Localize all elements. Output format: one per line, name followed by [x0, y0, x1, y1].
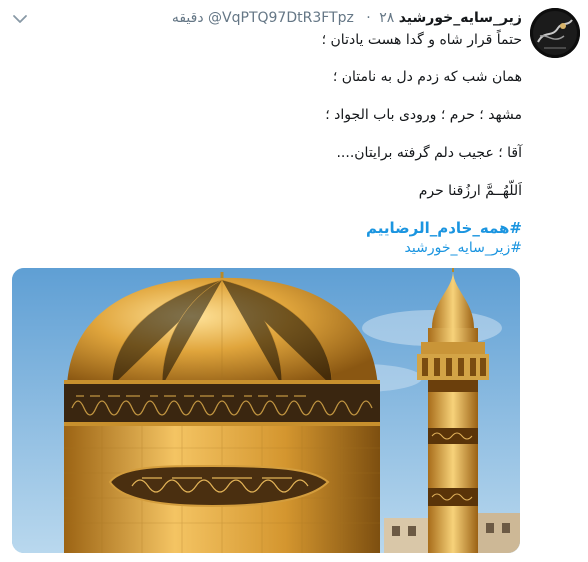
tweet-line: همان شب که زدم دل به نامتان ؛	[332, 69, 522, 85]
user-handle[interactable]: @VqPTQ97DtR3FTpz	[208, 10, 354, 26]
tweet-card: زیر_سایه_خورشید @VqPTQ97DtR3FTpz · ۲۸ دق…	[0, 0, 588, 562]
hashtag-link[interactable]: #زیر_سایه_خورشید	[405, 238, 522, 258]
chevron-down-icon[interactable]	[12, 10, 28, 23]
separator-dot: ·	[366, 10, 371, 26]
display-name[interactable]: زیر_سایه_خورشید	[399, 10, 522, 26]
tweet-header: زیر_سایه_خورشید @VqPTQ97DtR3FTpz · ۲۸ دق…	[172, 8, 522, 28]
tweet-line: حتماً قرار شاه و گدا هست یادتان ؛	[321, 32, 522, 48]
tweet-line: اَللّهُــمَّ ارزُقنا حرم	[418, 183, 522, 199]
hashtag-link[interactable]: #همه_خادم_الرضاییم	[366, 218, 522, 238]
tweet-line: آقا ؛ عجیب دلم گرفته برایتان....	[336, 145, 522, 161]
tweet-line: مشهد ؛ حرم ؛ ورودی باب الجواد ؛	[325, 107, 522, 123]
tweet-photo[interactable]	[12, 268, 520, 553]
avatar[interactable]	[530, 8, 580, 58]
